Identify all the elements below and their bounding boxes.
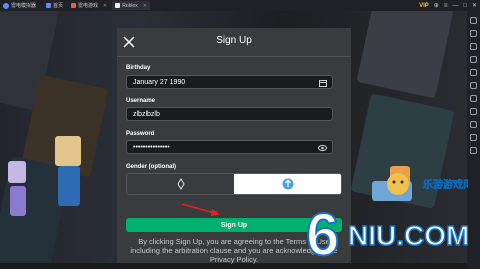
tab-label: 雷电游戏 xyxy=(78,3,99,9)
rotate-icon[interactable] xyxy=(470,121,477,128)
tab-close-icon[interactable]: ✕ xyxy=(103,3,107,9)
home-icon xyxy=(46,3,51,8)
tab-label: 首页 xyxy=(53,3,64,9)
folder-icon[interactable] xyxy=(470,108,477,115)
gender-label: Gender (optional) xyxy=(126,164,176,170)
male-icon xyxy=(282,178,293,190)
svg-text:6: 6 xyxy=(306,201,339,263)
emulator-logo-icon xyxy=(3,2,9,9)
toy-figure xyxy=(55,136,81,166)
tab-label: Roblox xyxy=(122,2,138,9)
female-icon xyxy=(176,178,185,190)
watermark-logo: 乐游游戏网 6 NIU.COM xyxy=(305,173,468,263)
svg-text:乐游游戏网: 乐游游戏网 xyxy=(423,178,468,191)
password-field[interactable]: ••••••••••••••• xyxy=(126,140,333,154)
tab-close-icon[interactable]: ✕ xyxy=(143,3,147,9)
game-center-icon xyxy=(71,3,77,8)
emulator-titlebar: 雷电模拟器 首页 雷电游戏 ✕ Roblox ✕ VIP ⊕ ≡ — □ ✕ xyxy=(0,0,480,11)
birthday-label: Birthday xyxy=(126,65,151,71)
gamepad-icon[interactable] xyxy=(470,30,477,37)
svg-text:NIU.COM: NIU.COM xyxy=(348,220,468,251)
gender-female-button[interactable] xyxy=(127,174,234,194)
toy-figure xyxy=(8,161,26,183)
volume-up-icon[interactable] xyxy=(470,56,477,63)
password-label: Password xyxy=(126,131,155,137)
close-window-icon[interactable]: ✕ xyxy=(472,2,477,9)
emulator-sidebar xyxy=(467,11,480,269)
header-divider xyxy=(117,56,351,57)
calendar-icon[interactable] xyxy=(319,79,327,87)
birthday-value: January 27 1990 xyxy=(133,78,186,86)
more-icon[interactable] xyxy=(470,147,477,154)
settings-icon[interactable] xyxy=(470,43,477,50)
keyboard-icon[interactable] xyxy=(470,17,477,24)
record-icon[interactable] xyxy=(470,134,477,141)
username-label: Username xyxy=(126,98,156,104)
modal-title: Sign Up xyxy=(216,35,252,46)
birthday-field[interactable]: January 27 1990 xyxy=(126,75,333,89)
apk-install-icon[interactable] xyxy=(470,95,477,102)
username-value: zlbzlbzlb xyxy=(133,110,160,118)
gamepad-icon[interactable]: ⊕ xyxy=(434,2,439,9)
tab-roblox[interactable]: Roblox ✕ xyxy=(112,1,151,10)
maximize-icon[interactable]: □ xyxy=(463,3,467,9)
volume-down-icon[interactable] xyxy=(470,69,477,76)
screenshot-icon[interactable] xyxy=(470,82,477,89)
red-arrow-annotation xyxy=(181,203,220,216)
password-value: ••••••••••••••• xyxy=(133,143,170,151)
collage-tile xyxy=(356,11,454,99)
emulator-app-name: 雷电模拟器 xyxy=(11,3,37,9)
username-field[interactable]: zlbzlbzlb xyxy=(126,107,333,121)
tab-game-center[interactable]: 雷电游戏 ✕ xyxy=(68,1,110,10)
toy-figure xyxy=(58,166,80,206)
menu-icon[interactable]: ≡ xyxy=(444,3,448,9)
window-controls: VIP ⊕ ≡ — □ ✕ xyxy=(419,0,477,11)
toy-figure xyxy=(10,186,26,216)
roblox-icon xyxy=(115,3,121,8)
vip-badge[interactable]: VIP xyxy=(419,3,429,9)
tab-home[interactable]: 首页 xyxy=(43,1,66,10)
minimize-icon[interactable]: — xyxy=(452,3,458,9)
show-password-eye-icon[interactable] xyxy=(318,144,327,152)
